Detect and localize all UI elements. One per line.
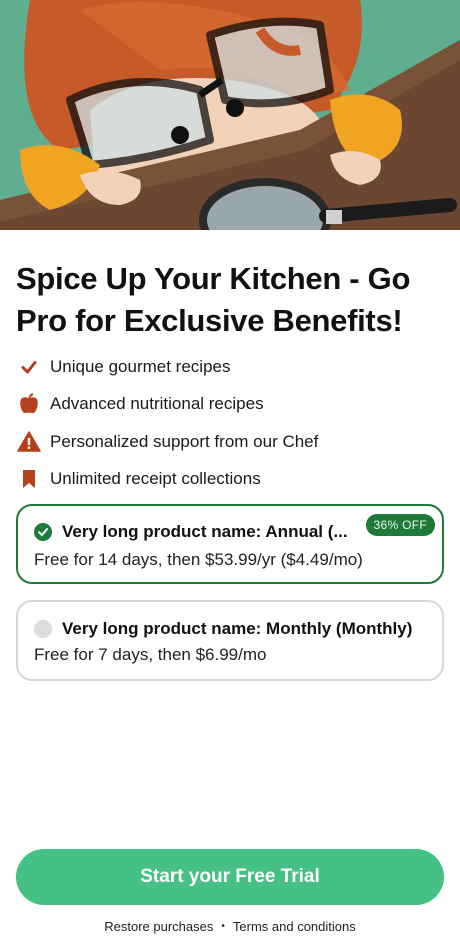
feature-list: Unique gourmet recipes Advanced nutritio… (16, 348, 446, 498)
feature-label: Unique gourmet recipes (50, 356, 231, 376)
plan-description: Free for 14 days, then $53.99/yr ($4.49/… (34, 550, 363, 569)
warning-icon (16, 429, 42, 455)
plan-option-annual[interactable]: Very long product name: Annual (... 36% … (16, 504, 444, 584)
footer-links: Restore purchases • Terms and conditions (0, 919, 460, 934)
plan-name: Very long product name: Monthly (Monthly… (62, 619, 413, 638)
feature-item: Unique gourmet recipes (16, 348, 446, 386)
radio-empty-icon (34, 620, 52, 638)
feature-label: Personalized support from our Chef (50, 431, 319, 451)
feature-item: Unlimited receipt collections (16, 461, 446, 499)
page-title: Spice Up Your Kitchen - Go Pro for Exclu… (16, 261, 411, 338)
apple-icon (16, 391, 42, 417)
start-free-trial-button[interactable]: Start your Free Trial (16, 849, 444, 905)
footer-separator: • (221, 921, 225, 932)
plan-name: Very long product name: Annual (... (62, 522, 348, 541)
hero-illustration (0, 0, 460, 230)
bookmark-icon (16, 466, 42, 492)
feature-label: Advanced nutritional recipes (50, 394, 264, 414)
plan-description: Free for 7 days, then $6.99/mo (34, 645, 267, 664)
feature-item: Personalized support from our Chef (16, 423, 446, 461)
hero-image (0, 0, 460, 230)
checkmark-circle-icon (34, 523, 52, 541)
checkmark-icon (16, 354, 42, 380)
restore-purchases-link[interactable]: Restore purchases (104, 919, 213, 934)
discount-badge: 36% OFF (365, 514, 435, 536)
plan-option-monthly[interactable]: Very long product name: Monthly (Monthly… (16, 600, 444, 681)
feature-item: Advanced nutritional recipes (16, 386, 446, 424)
terms-link[interactable]: Terms and conditions (233, 919, 356, 934)
feature-label: Unlimited receipt collections (50, 469, 261, 489)
